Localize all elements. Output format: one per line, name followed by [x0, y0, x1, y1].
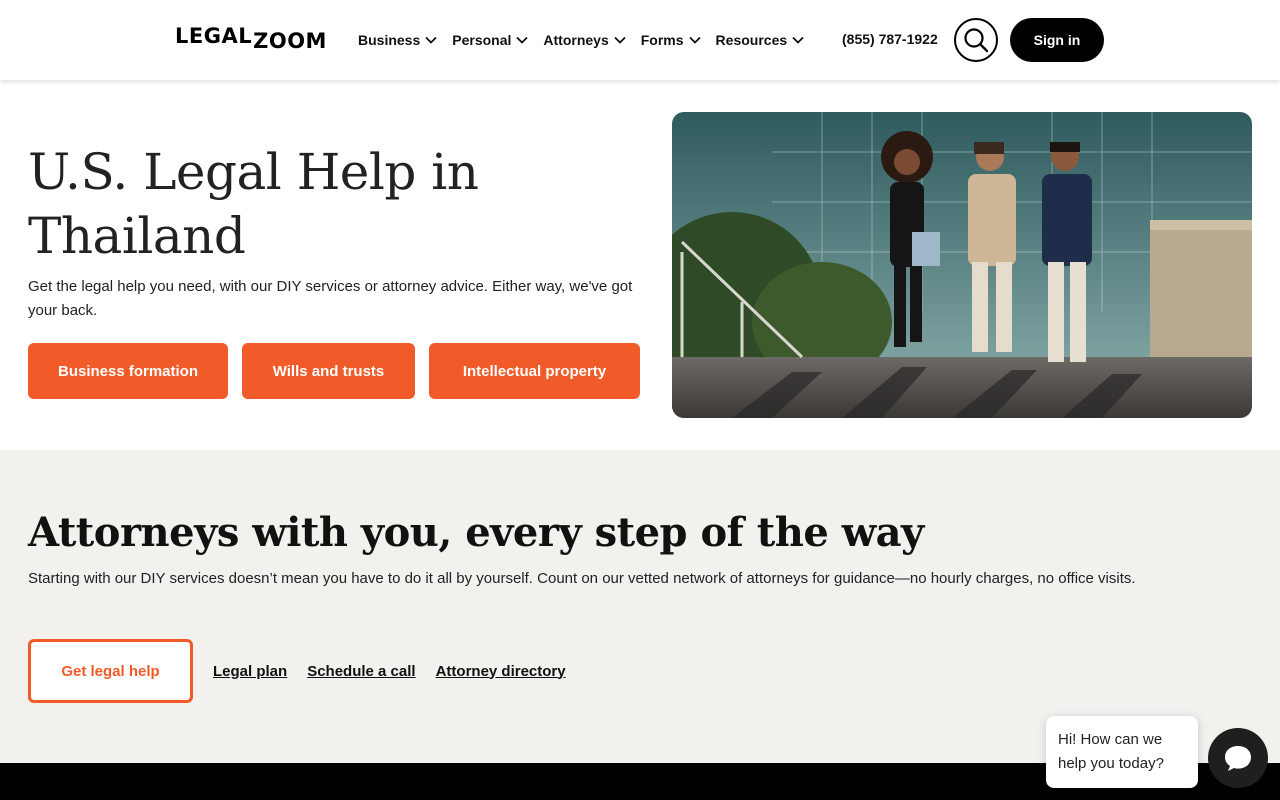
- legal-plan-link[interactable]: Legal plan: [213, 663, 287, 680]
- nav-item-attorneys[interactable]: Attorneys: [543, 32, 626, 48]
- chevron-down-icon: [792, 36, 804, 44]
- schedule-a-call-link[interactable]: Schedule a call: [307, 663, 415, 680]
- hero-buttons: Business formation Wills and trusts Inte…: [28, 343, 640, 399]
- site-header: LEGAL ZOOM Business Personal Attorneys F…: [0, 0, 1280, 80]
- business-formation-button[interactable]: Business formation: [28, 343, 228, 399]
- nav-item-label: Forms: [640, 32, 684, 48]
- nav-item-label: Personal: [452, 32, 512, 48]
- nav-item-forms[interactable]: Forms: [641, 32, 701, 48]
- search-button[interactable]: [954, 18, 998, 62]
- nav-item-business[interactable]: Business: [358, 32, 437, 48]
- legalzoom-logo[interactable]: LEGAL ZOOM: [175, 24, 327, 52]
- attorneys-subtitle: Starting with our DIY services doesn’t m…: [28, 570, 1136, 587]
- phone-link[interactable]: (855) 787-1922: [842, 31, 938, 47]
- nav-item-resources[interactable]: Resources: [716, 32, 805, 48]
- attorneys-actions: Get legal help Legal plan Schedule a cal…: [28, 639, 586, 703]
- chat-icon: [1225, 746, 1251, 771]
- chat-button[interactable]: [1208, 728, 1268, 788]
- hero-photo-illustration: [672, 112, 1252, 418]
- sign-in-button[interactable]: Sign in: [1010, 18, 1104, 62]
- nav-item-personal[interactable]: Personal: [452, 32, 529, 48]
- hero-subtitle: Get the legal help you need, with our DI…: [28, 278, 633, 319]
- wills-and-trusts-button[interactable]: Wills and trusts: [242, 343, 415, 399]
- chevron-down-icon: [688, 36, 701, 44]
- chevron-down-icon: [516, 36, 529, 44]
- main-nav: Business Personal Attorneys Forms Resour…: [358, 28, 819, 52]
- attorneys-title: Attorneys with you, every step of the wa…: [28, 509, 924, 556]
- attorney-directory-link[interactable]: Attorney directory: [436, 663, 566, 680]
- logo-part-legal: LEGAL: [175, 24, 253, 48]
- chat-greeting-bubble[interactable]: Hi! How can we help you today?: [1046, 716, 1198, 788]
- search-icon: [964, 28, 989, 53]
- hero-title: U.S. Legal Help in Thailand: [28, 143, 479, 265]
- hero-image: [672, 112, 1252, 418]
- chevron-down-icon: [425, 36, 437, 44]
- nav-item-label: Business: [358, 32, 421, 48]
- nav-item-label: Resources: [715, 32, 788, 48]
- chevron-down-icon: [614, 36, 626, 44]
- nav-item-label: Attorneys: [543, 32, 609, 48]
- logo-part-zoom: ZOOM: [253, 29, 327, 53]
- intellectual-property-button[interactable]: Intellectual property: [429, 343, 640, 399]
- get-legal-help-button[interactable]: Get legal help: [28, 639, 193, 703]
